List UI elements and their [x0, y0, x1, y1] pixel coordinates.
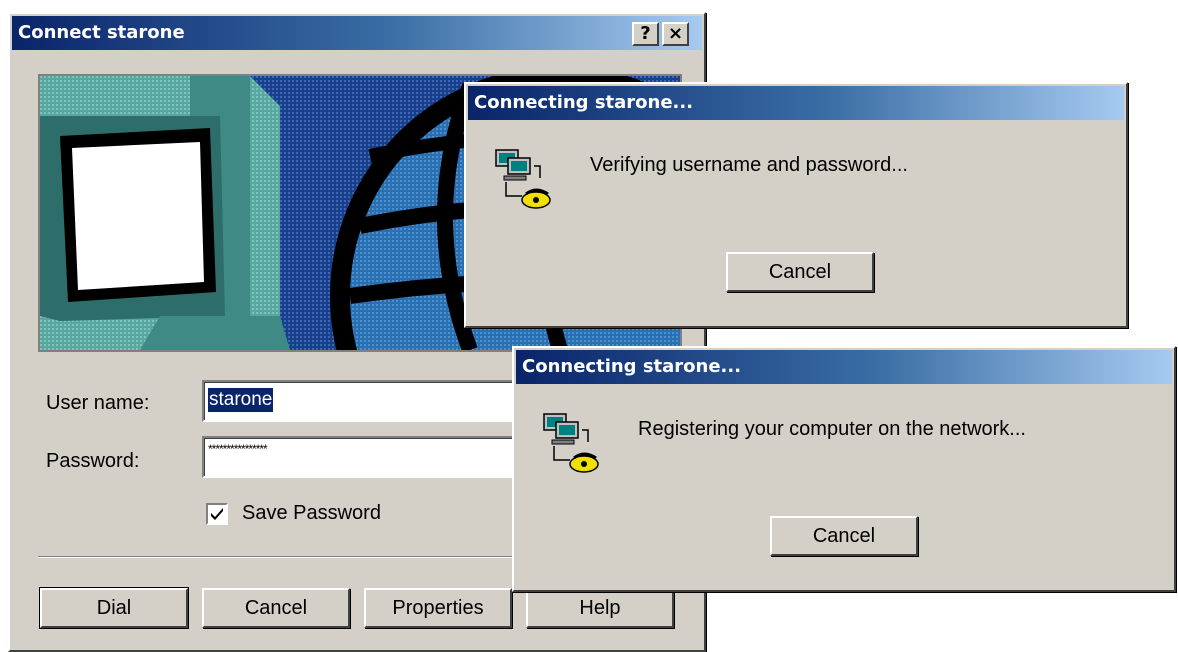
status-message: Verifying username and password...	[590, 154, 908, 176]
cancel-button[interactable]: Cancel	[770, 516, 918, 556]
connecting-dialog-titlebar[interactable]: Connecting starone...	[468, 86, 1124, 120]
password-value: ****************	[208, 442, 268, 456]
network-connection-icon	[543, 413, 599, 473]
close-button[interactable]: ×	[662, 22, 689, 46]
connecting-dialog-registering: Connecting starone... Registering your c…	[512, 346, 1176, 592]
connecting-dialog-title: Connecting starone...	[522, 356, 742, 377]
help-question-button[interactable]: ?	[632, 22, 659, 46]
connecting-dialog-verifying: Connecting starone... Verifying username…	[464, 82, 1128, 328]
cancel-button[interactable]: Cancel	[726, 252, 874, 292]
checkmark-icon	[211, 508, 223, 520]
save-password-checkbox[interactable]	[206, 503, 228, 525]
connecting-dialog-title: Connecting starone...	[474, 92, 694, 113]
connecting-dialog-titlebar[interactable]: Connecting starone...	[516, 350, 1172, 384]
cancel-button[interactable]: Cancel	[202, 588, 350, 628]
username-value: starone	[208, 388, 274, 412]
help-button[interactable]: Help	[526, 588, 674, 628]
status-message: Registering your computer on the network…	[638, 418, 1026, 440]
save-password-label[interactable]: Save Password	[242, 502, 381, 525]
password-label: Password:	[46, 450, 140, 472]
properties-button[interactable]: Properties	[364, 588, 512, 628]
username-label: User name:	[46, 392, 150, 414]
connect-dialog-titlebar[interactable]: Connect starone	[12, 16, 702, 50]
connect-dialog-title: Connect starone	[18, 22, 185, 43]
network-connection-icon	[495, 149, 551, 209]
close-icon: ×	[667, 23, 684, 44]
dial-button[interactable]: Dial	[39, 587, 189, 629]
